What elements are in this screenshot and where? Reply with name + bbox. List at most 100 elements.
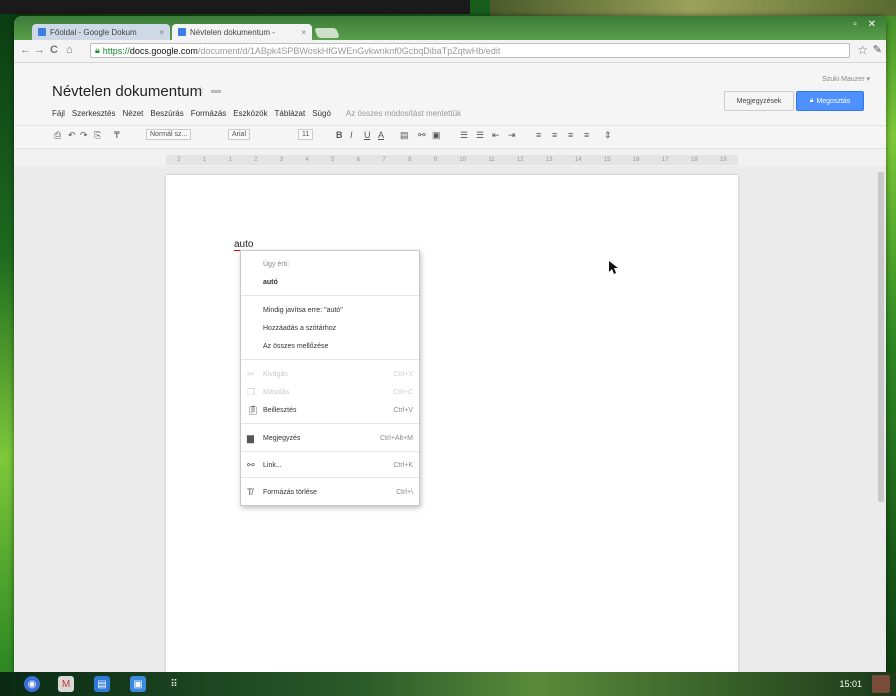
copy-item[interactable]: ❐ Másolás Ctrl+C	[241, 385, 419, 399]
ruler-tick: 17	[661, 157, 669, 163]
scissors-icon: ✂	[247, 368, 255, 379]
menu-tools[interactable]: Eszközök	[233, 109, 267, 118]
chrome-icon[interactable]: ◉	[24, 676, 40, 692]
highlight-color-icon[interactable]: ▤	[400, 130, 409, 141]
menu-table[interactable]: Táblázat	[275, 109, 306, 118]
link-icon: ⚯	[247, 459, 255, 470]
url-host: docs.google.com	[129, 45, 198, 56]
bulleted-list-icon[interactable]: ☰	[476, 130, 484, 141]
underline-button[interactable]: U	[364, 130, 371, 140]
italic-button[interactable]: I	[350, 130, 353, 140]
align-justify-icon[interactable]: ≡	[584, 130, 589, 140]
comment-icon: ▆	[247, 432, 254, 443]
docs-header: Névtelen dokumentum ☆▬ Szuki Mauzer ▾ Me…	[14, 63, 886, 125]
address-bar[interactable]: 🔒︎ https:// docs.google.com /document/d/…	[90, 43, 850, 58]
menu-help[interactable]: Súgó	[312, 109, 331, 118]
ruler-tick: 16	[632, 157, 640, 163]
back-arrow-icon[interactable]: ←	[20, 44, 31, 56]
menu-view[interactable]: Nézet	[122, 109, 143, 118]
clipboard-icon: 📋︎	[247, 404, 259, 415]
increase-indent-icon[interactable]: ⇥	[508, 130, 516, 141]
link-item[interactable]: ⚯ Link... Ctrl+K	[241, 458, 419, 472]
add-to-dictionary-item[interactable]: Hozzáadás a szótárhoz	[241, 321, 419, 335]
browser-window: Főoldal - Google Dokum × Névtelen dokume…	[14, 16, 886, 672]
ruler[interactable]: 2 1 1 2 3 4 5 6 7 8 9 10 11 12 13 14 15 16 17 18 19	[166, 155, 738, 165]
misspelled-word[interactable]: auto	[234, 239, 254, 251]
comment-item[interactable]: ▆ Megjegyzés Ctrl+Alt+M	[241, 431, 419, 445]
folder-icon[interactable]: ▬	[211, 85, 227, 96]
tab-docs-home[interactable]: Főoldal - Google Dokum ×	[32, 24, 170, 40]
ruler-tick: 19	[719, 157, 727, 163]
share-button[interactable]: 🔒︎ Megosztás	[796, 91, 864, 111]
decrease-indent-icon[interactable]: ⇤	[492, 130, 500, 141]
reload-icon[interactable]: C	[50, 44, 58, 56]
menu-insert[interactable]: Beszúrás	[150, 109, 183, 118]
numbered-list-icon[interactable]: ☰	[460, 130, 468, 141]
clear-formatting-item[interactable]: T̸ Formázás törlése Ctrl+\	[241, 485, 419, 499]
font-size-select[interactable]: 11	[298, 129, 314, 140]
comments-button[interactable]: Megjegyzések	[724, 91, 794, 111]
user-avatar[interactable]	[872, 675, 890, 693]
line-spacing-icon[interactable]: ⇕	[604, 130, 612, 141]
url-path: /document/d/1ABpk4SPBWoskHfGWEnGvkwnknf0…	[197, 45, 501, 56]
paste-item[interactable]: 📋︎ Beillesztés Ctrl+V	[241, 403, 419, 417]
paint-format-icon[interactable]: ⎘	[94, 130, 101, 141]
wrench-menu-icon[interactable]: ✎	[873, 43, 882, 56]
menu-format[interactable]: Formázás	[191, 109, 227, 118]
app-launcher-icon[interactable]: ⠿	[166, 676, 182, 692]
forward-arrow-icon[interactable]: →	[34, 44, 45, 56]
user-account[interactable]: Szuki Mauzer ▾	[822, 75, 870, 83]
formatting-toolbar: ⎙ ↶ ↷ ⎘ ₸ Normál sz... Arial 11 B I U A …	[14, 125, 886, 149]
docs-app-icon[interactable]: ▤	[94, 676, 110, 692]
align-center-icon[interactable]: ≡	[552, 130, 557, 140]
spelling-suggestion[interactable]: autó	[241, 275, 419, 289]
redo-icon[interactable]: ↷	[80, 130, 88, 141]
star-icon[interactable]: ☆	[196, 85, 211, 96]
ruler-tick: 10	[459, 157, 467, 163]
menu-file[interactable]: Fájl	[52, 109, 65, 118]
menu-bar: Fájl Szerkesztés Nézet Beszúrás Formázás…	[52, 109, 461, 118]
tab-close-icon[interactable]: ×	[301, 28, 306, 37]
gmail-icon[interactable]: M	[58, 676, 74, 692]
ruler-tick: 7	[382, 157, 386, 163]
system-clock[interactable]: 15:01	[839, 679, 862, 689]
background-panel-image	[490, 0, 896, 16]
ruler-tick: 18	[690, 157, 698, 163]
copy-icon: ❐	[247, 386, 256, 397]
vertical-scrollbar[interactable]	[878, 172, 884, 502]
tab-close-icon[interactable]: ×	[159, 28, 164, 37]
new-tab-button[interactable]	[314, 28, 340, 38]
ruler-tick: 2	[177, 157, 181, 163]
window-controls[interactable]: ▫ ✕	[853, 19, 880, 30]
always-correct-item[interactable]: Mindig javítsa erre: "autó"	[241, 303, 419, 317]
text-color-button[interactable]: A	[378, 130, 384, 140]
ruler-tick: 11	[488, 157, 495, 163]
font-select[interactable]: Arial	[228, 129, 251, 140]
background-panel	[0, 0, 470, 14]
bold-button[interactable]: B	[336, 130, 343, 140]
tab-label: Névtelen dokumentum -	[190, 27, 275, 37]
print-icon[interactable]: ⎙	[54, 130, 61, 141]
undo-icon[interactable]: ↶	[68, 130, 76, 141]
ruler-tick: 12	[516, 157, 524, 163]
comment-icon[interactable]: ▣	[432, 130, 441, 141]
ruler-tick: 9	[433, 157, 438, 163]
text-format-icon[interactable]: ₸	[114, 130, 120, 141]
ignore-all-item[interactable]: Az összes mellőzése	[241, 339, 419, 353]
link-icon[interactable]: ⚯	[418, 130, 426, 141]
bookmark-star-icon[interactable]: ☆	[857, 43, 868, 57]
align-left-icon[interactable]: ≡	[536, 130, 541, 140]
style-select[interactable]: Normál sz...	[146, 129, 192, 140]
document-title[interactable]: Névtelen dokumentum	[52, 83, 202, 100]
home-icon[interactable]: ⌂	[66, 44, 73, 56]
app-icon[interactable]: ▣	[130, 676, 146, 692]
clear-format-icon: T̸	[247, 487, 253, 497]
tab-label: Főoldal - Google Dokum	[50, 27, 137, 37]
align-right-icon[interactable]: ≡	[568, 130, 573, 140]
menu-edit[interactable]: Szerkesztés	[72, 109, 116, 118]
ruler-tick: 15	[603, 157, 611, 163]
os-taskbar: ◉ M ▤ ▣ ⠿ 15:01	[0, 672, 896, 696]
ruler-tick: 14	[574, 157, 582, 163]
cut-item[interactable]: ✂ Kivágás Ctrl+X	[241, 367, 419, 381]
tab-untitled-document[interactable]: Névtelen dokumentum - ×	[172, 24, 312, 40]
